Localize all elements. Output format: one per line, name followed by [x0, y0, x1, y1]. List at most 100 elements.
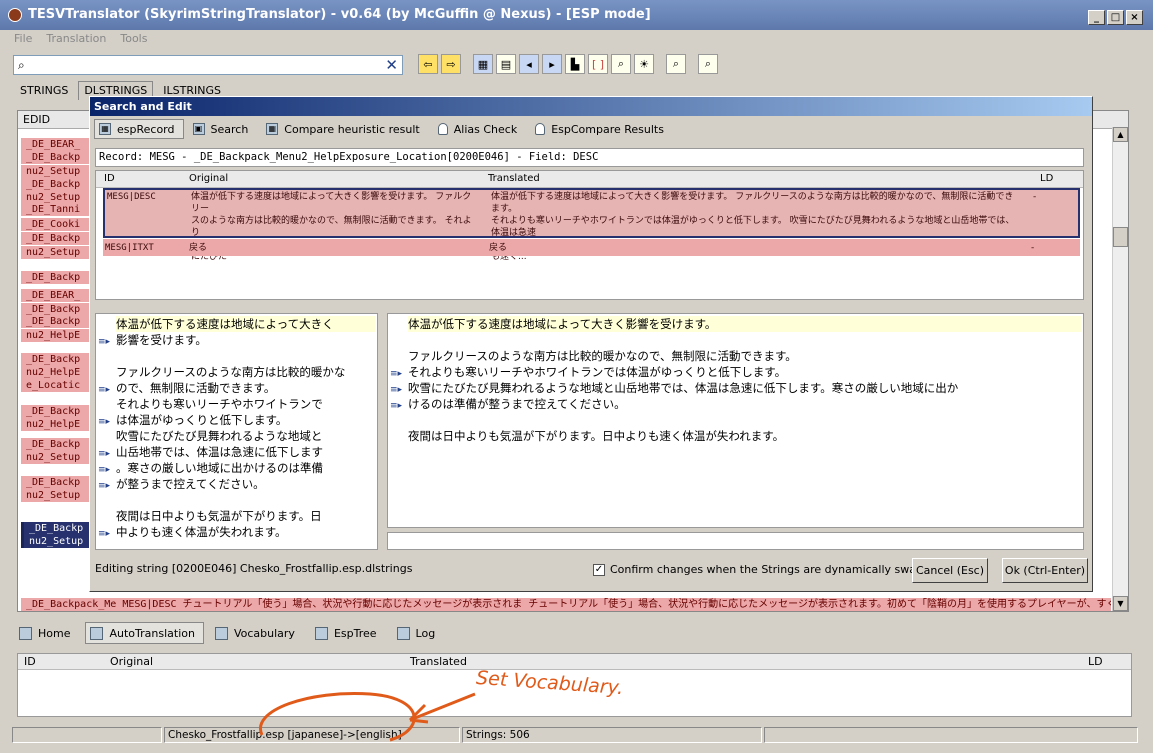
list-row[interactable]: _DE_Cooki	[21, 218, 89, 231]
column-header-original[interactable]: Original	[110, 655, 153, 668]
menu-file[interactable]: File	[14, 32, 32, 48]
editor-line: 夜間は日中よりも気温が下がります。日	[116, 509, 322, 523]
field-translated: 戻る	[489, 243, 508, 253]
arrow-left-icon[interactable]: ◂	[519, 54, 539, 74]
list-row[interactable]: _DE_Backp	[21, 438, 89, 451]
editor-line: が整うまで控えてください。	[116, 477, 265, 491]
scroll-up-icon[interactable]: ▲	[1113, 127, 1128, 142]
translated-text-editor[interactable]: 体温が低下する速度は地域によって大きく影響を受けます。 ファルクリースのような南方…	[387, 313, 1084, 528]
ok-button[interactable]: Ok (Ctrl-Enter)	[1002, 558, 1088, 583]
search-icon: ⌕	[18, 58, 25, 72]
list-row[interactable]: _DE_BEAR_	[21, 138, 89, 151]
list-row[interactable]: e_Locatic	[21, 379, 89, 392]
tab-autotranslation[interactable]: AutoTranslation	[85, 622, 204, 644]
confirm-changes-checkbox[interactable]: ✓ Confirm changes when the Strings are d…	[593, 563, 944, 576]
column-header-ld[interactable]: LD	[1088, 655, 1103, 668]
list-row[interactable]: _DE_Backp	[21, 271, 89, 284]
list-row[interactable]: _DE_Backp	[21, 476, 89, 489]
field-id: MESG|ITXT	[105, 243, 154, 253]
arrow-right-icon[interactable]: ▸	[542, 54, 562, 74]
menu-tools[interactable]: Tools	[120, 32, 147, 48]
word-wrap-icon: ≡▸	[390, 385, 403, 395]
stairs-icon	[90, 626, 104, 640]
scroll-down-icon[interactable]: ▼	[1113, 596, 1128, 611]
list-row[interactable]: nu2_Setup	[21, 451, 89, 464]
column-header-original[interactable]: Original	[189, 173, 228, 184]
list-row[interactable]: nu2_HelpE	[21, 329, 89, 342]
list-row[interactable]: nu2_Setup	[21, 489, 89, 502]
search-input[interactable]: ⌕ ✕	[13, 55, 403, 75]
grid-icon	[214, 626, 228, 640]
list-row[interactable]: _DE_Backp	[21, 522, 89, 535]
editor-line: は体温がゆっくりと低下します。	[116, 413, 288, 427]
toolbar: ⇦ ⇨ ▦ ▤ ◂ ▸ ▙ [ ] ⌕ ☀ ⌕ ⌕	[418, 54, 718, 74]
list-scrollbar[interactable]: ▲ ▼	[1112, 127, 1128, 611]
column-header-id[interactable]: ID	[104, 173, 115, 184]
tab-strings[interactable]: STRINGS	[14, 81, 74, 100]
menu-translation[interactable]: Translation	[46, 32, 106, 48]
list-row[interactable]: _DE_BEAR_	[21, 289, 89, 302]
search-settings-icon[interactable]: ⌕	[666, 54, 686, 74]
brackets-icon[interactable]: [ ]	[588, 54, 608, 74]
tab-compare-heuristic[interactable]: ▦ Compare heuristic result	[261, 119, 428, 139]
column-header-ld[interactable]: LD	[1040, 173, 1053, 184]
checkbox-icon[interactable]: ✓	[593, 563, 605, 576]
bulb-icon[interactable]: ☀	[634, 54, 654, 74]
prev-icon[interactable]: ⇦	[418, 54, 438, 74]
field-original: 戻る	[189, 243, 208, 253]
title-bar: TESVTranslator (SkyrimStringTranslator) …	[0, 0, 1153, 30]
find-icon[interactable]: ⌕	[611, 54, 631, 74]
grid-icon: ▦	[99, 123, 111, 135]
list-row[interactable]: _DE_Backp	[21, 178, 89, 191]
field-row-desc[interactable]: MESG|DESC 体温が低下する速度は地域によって大きく影響を受けます。 ファ…	[103, 188, 1080, 262]
next-icon[interactable]: ⇨	[441, 54, 461, 74]
list-row[interactable]: _DE_Backp	[21, 315, 89, 328]
dialog-tabs: ▦ espRecord ▣ Search ▦ Compare heuristic re…	[94, 119, 673, 139]
list-row-last[interactable]: _DE_Backpack_Me MESG|DESC チュートリアル「使う」場合、…	[21, 598, 1111, 611]
editing-status: Editing string [0200E046] Chesko_Frostfa…	[95, 562, 413, 575]
tab-vocabulary[interactable]: Vocabulary	[210, 622, 304, 644]
clear-search-icon[interactable]: ✕	[385, 56, 398, 74]
editor-line: 体温が低下する速度は地域によって大きく	[116, 316, 375, 332]
editor-line: 吹雪にたびたび見舞われるような地域と山岳地帯では、体温は急速に低下します。寒さの…	[408, 381, 959, 395]
list-icon[interactable]: ▤	[496, 54, 516, 74]
list-row[interactable]: nu2_HelpE	[21, 418, 89, 431]
translated-secondary-field[interactable]	[387, 532, 1084, 550]
bottom-tabs: Home AutoTranslation Vocabulary EspTree …	[14, 622, 444, 644]
original-text-editor[interactable]: 体温が低下する速度は地域によって大きく 影響を受けます。 ≡▸ ファルクリースのような…	[95, 313, 378, 550]
list-row[interactable]: _DE_Tanni	[21, 203, 89, 216]
word-wrap-icon: ≡▸	[98, 385, 111, 395]
list-row[interactable]: nu2_Setup	[21, 165, 89, 178]
tab-espcompare-results[interactable]: EspCompare Results	[530, 119, 673, 139]
list-row[interactable]: _DE_Backp	[21, 405, 89, 418]
status-panel-empty	[12, 727, 162, 743]
search-user-icon[interactable]: ⌕	[698, 54, 718, 74]
cancel-button[interactable]: Cancel (Esc)	[912, 558, 988, 583]
maximize-button[interactable]: □	[1107, 10, 1124, 25]
column-header-translated[interactable]: Translated	[488, 173, 540, 184]
tab-esptree[interactable]: EspTree	[310, 622, 386, 644]
tab-search[interactable]: ▣ Search	[188, 119, 258, 139]
tab-esprecord[interactable]: ▦ espRecord	[94, 119, 184, 139]
word-wrap-icon: ≡▸	[390, 369, 403, 379]
stairs-icon[interactable]: ▙	[565, 54, 585, 74]
list-row[interactable]: nu2_HelpE	[21, 366, 89, 379]
minimize-button[interactable]: _	[1088, 10, 1105, 25]
list-row[interactable]: _DE_Backp	[21, 151, 89, 164]
tab-log[interactable]: Log	[392, 622, 445, 644]
scroll-thumb[interactable]	[1113, 227, 1128, 247]
editor-line: 夜間は日中よりも気温が下がります。日中よりも速く体温が失われます。	[408, 429, 785, 443]
tab-home[interactable]: Home	[14, 622, 79, 644]
list-row[interactable]: nu2_Setup	[21, 535, 89, 548]
grid-icon[interactable]: ▦	[473, 54, 493, 74]
tab-alias-check[interactable]: Alias Check	[433, 119, 526, 139]
column-header-id[interactable]: ID	[24, 655, 36, 668]
list-row[interactable]: _DE_Backp	[21, 353, 89, 366]
list-row[interactable]: nu2_Setup	[21, 246, 89, 259]
field-grid[interactable]: ID Original Translated LD MESG|DESC 体温が低…	[95, 170, 1084, 300]
editor-line: 山岳地帯では、体温は急速に低下します	[116, 445, 323, 459]
column-header-translated[interactable]: Translated	[410, 655, 467, 668]
field-row-itxt[interactable]: MESG|ITXT 戻る 戻る -	[103, 239, 1080, 256]
list-row[interactable]: _DE_Backp	[21, 232, 89, 245]
close-button[interactable]: ×	[1126, 10, 1143, 25]
